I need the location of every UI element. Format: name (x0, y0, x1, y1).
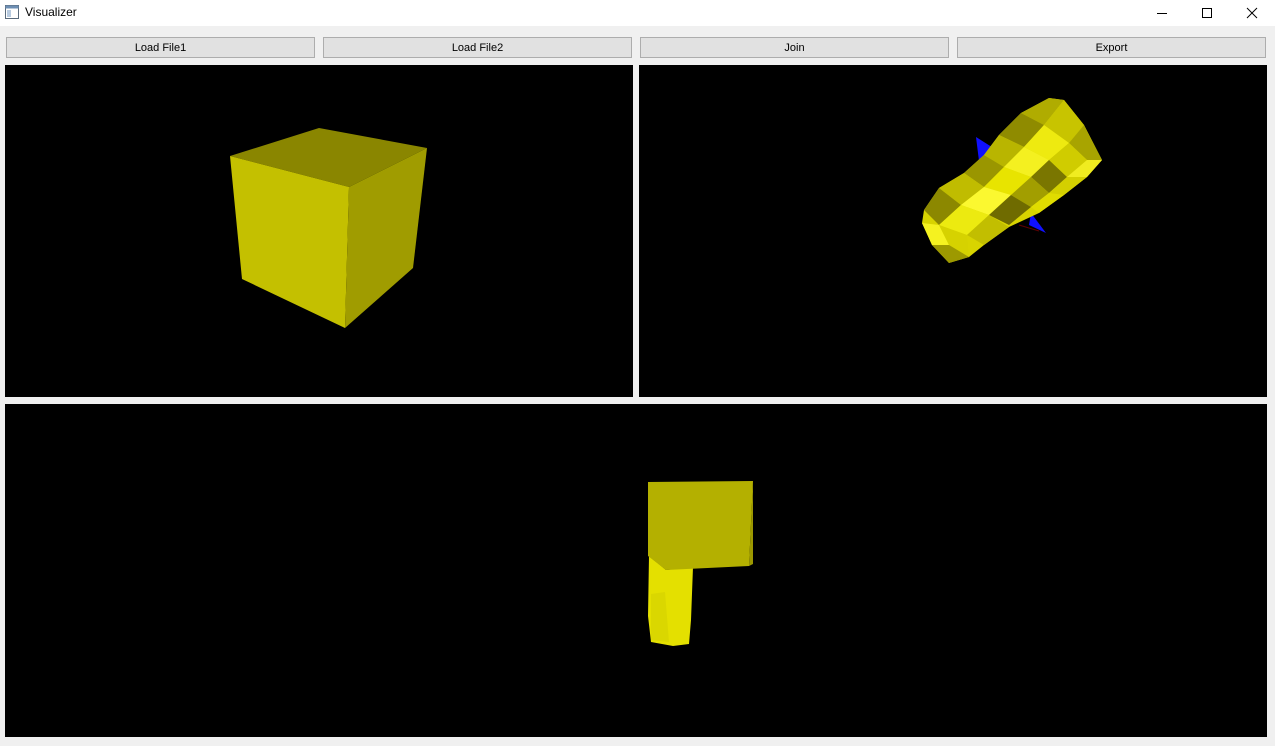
minimize-icon (1157, 13, 1167, 14)
joined-3d-viewport[interactable] (5, 404, 1267, 737)
app-window-icon (5, 5, 19, 19)
window-title: Visualizer (25, 5, 77, 19)
load-file2-button[interactable]: Load File2 (323, 37, 632, 58)
maximize-icon (1202, 8, 1212, 18)
file2-3d-viewport[interactable] (639, 65, 1267, 397)
load-file1-button[interactable]: Load File1 (6, 37, 315, 58)
minimize-button[interactable] (1139, 0, 1185, 26)
cylinder-model (922, 98, 1102, 263)
maximize-button[interactable] (1184, 0, 1230, 26)
joined-model (648, 481, 753, 646)
file1-3d-viewport[interactable] (5, 65, 633, 397)
export-button[interactable]: Export (957, 37, 1266, 58)
close-icon (1246, 7, 1258, 19)
close-button[interactable] (1229, 0, 1275, 26)
cube-model (230, 128, 427, 328)
title-bar: Visualizer (0, 0, 1275, 26)
join-button[interactable]: Join (640, 37, 949, 58)
